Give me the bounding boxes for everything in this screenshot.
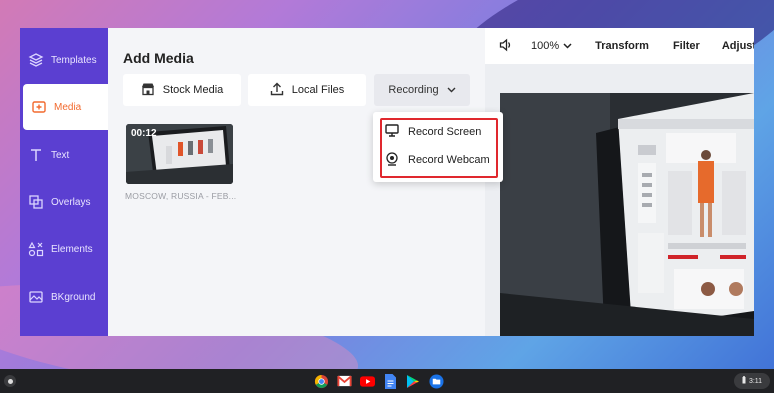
chrome-icon[interactable] — [313, 373, 329, 389]
sidebar-item-text[interactable]: Text — [20, 132, 108, 178]
battery-icon — [742, 376, 746, 386]
sidebar: Templates Media Text Overlays Elements B… — [20, 28, 108, 336]
store-icon — [141, 82, 155, 99]
launcher-button[interactable] — [4, 375, 16, 387]
sidebar-item-templates[interactable]: Templates — [20, 37, 108, 83]
volume-icon[interactable] — [499, 38, 513, 55]
preview-area: 100% Transform Filter Adjust — [485, 28, 754, 336]
local-files-label: Local Files — [291, 84, 345, 96]
docs-icon[interactable] — [382, 373, 398, 389]
media-add-icon — [30, 98, 48, 116]
sidebar-item-label: Templates — [51, 54, 97, 66]
media-caption: MOSCOW, RUSSIA - FEB... — [125, 191, 237, 201]
laptop-photo — [500, 93, 754, 336]
play-store-icon[interactable] — [405, 373, 421, 389]
stock-media-label: Stock Media — [162, 84, 224, 96]
sidebar-item-label: Media — [54, 101, 82, 113]
files-icon[interactable] — [428, 373, 444, 389]
sidebar-item-label: Text — [51, 149, 70, 161]
overlays-icon — [27, 193, 45, 211]
local-files-button[interactable]: Local Files — [248, 74, 366, 106]
record-screen-option[interactable]: Record Screen — [385, 121, 481, 143]
background-icon — [27, 288, 45, 306]
layers-icon — [27, 51, 45, 69]
media-panel: Add Media Stock Media Local Files Record… — [108, 28, 575, 336]
recording-menu: Record Screen Record Webcam — [373, 112, 503, 182]
gmail-icon[interactable] — [336, 373, 352, 389]
editor-window: Templates Media Text Overlays Elements B… — [20, 28, 754, 336]
clock: 3:11 — [748, 377, 763, 385]
preview-toolbar: 100% Transform Filter Adjust — [485, 28, 754, 64]
text-icon — [27, 146, 45, 164]
stock-media-button[interactable]: Stock Media — [123, 74, 241, 106]
webcam-icon — [385, 151, 399, 169]
media-thumbnail[interactable]: 00:12 — [126, 124, 233, 184]
record-webcam-label: Record Webcam — [408, 154, 490, 166]
app-dock — [313, 373, 444, 389]
sidebar-item-label: Elements — [51, 243, 93, 255]
os-taskbar: 3:11 — [0, 369, 774, 393]
media-duration: 00:12 — [131, 128, 157, 139]
adjust-button[interactable]: Adjust — [722, 40, 754, 52]
upload-icon — [270, 82, 284, 99]
recording-label: Recording — [388, 84, 439, 96]
page-title: Add Media — [123, 50, 194, 66]
sidebar-item-media[interactable]: Media — [23, 84, 108, 130]
elements-icon — [27, 240, 45, 258]
zoom-dropdown[interactable]: 100% — [531, 40, 572, 52]
monitor-icon — [385, 124, 399, 140]
chevron-down-icon — [563, 40, 572, 52]
status-tray[interactable]: 3:11 — [734, 373, 770, 389]
sidebar-item-elements[interactable]: Elements — [20, 226, 108, 272]
recording-dropdown[interactable]: Recording — [374, 74, 470, 106]
sidebar-item-label: Overlays — [51, 196, 91, 208]
youtube-icon[interactable] — [359, 373, 375, 389]
sidebar-item-overlays[interactable]: Overlays — [20, 179, 108, 225]
sidebar-item-label: BKground — [51, 291, 96, 303]
zoom-value: 100% — [531, 40, 560, 52]
filter-button[interactable]: Filter — [673, 40, 700, 52]
sidebar-item-bkground[interactable]: BKground — [20, 274, 108, 320]
transform-button[interactable]: Transform — [595, 40, 649, 52]
record-screen-label: Record Screen — [408, 126, 482, 138]
video-preview[interactable] — [500, 93, 754, 336]
record-webcam-option[interactable]: Record Webcam — [385, 149, 490, 171]
chevron-down-icon — [447, 84, 456, 96]
